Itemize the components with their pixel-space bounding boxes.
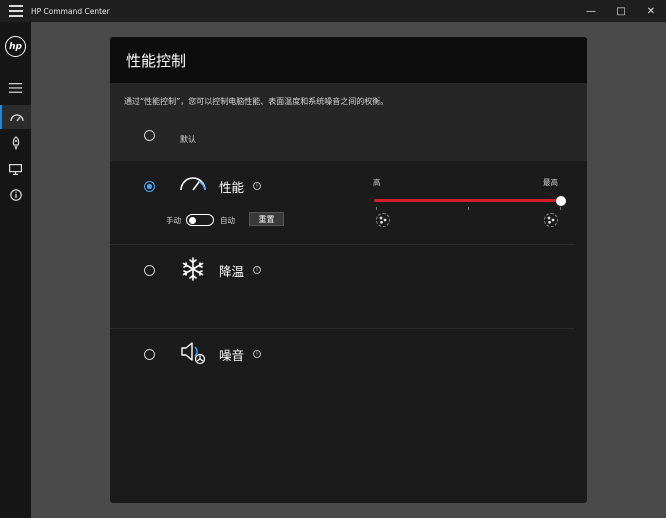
window-controls: — □ ✕ — [576, 0, 666, 22]
manual-label: 手动 — [166, 216, 181, 225]
maximize-button[interactable]: □ — [606, 0, 636, 22]
cool-option: 降温 i — [110, 245, 587, 329]
performance-option: 性能 i 手动 自动 重置 高 最高 — [110, 161, 587, 245]
slider-low-label: 高 — [373, 178, 381, 187]
close-button[interactable]: ✕ — [636, 0, 666, 22]
menu-icon[interactable] — [0, 76, 31, 100]
speaker-fan-icon — [181, 342, 206, 365]
cool-label: 降温 — [219, 264, 245, 279]
quiet-radio[interactable] — [144, 349, 155, 360]
performance-slider-track[interactable] — [374, 199, 562, 202]
info-icon[interactable] — [0, 183, 31, 207]
slider-high-label: 最高 — [543, 178, 558, 187]
panel-description: 通过“性能控制”，您可以控制电脑性能、表面温度和系统噪音之间的权衡。 — [124, 97, 389, 106]
window-title: HP Command Center — [31, 6, 110, 16]
sidebar: hp — [0, 22, 31, 518]
slider-tick — [468, 207, 469, 210]
quiet-option: 噪音 i — [110, 329, 587, 413]
quiet-info-icon[interactable]: i — [253, 350, 261, 358]
performance-radio[interactable] — [144, 181, 155, 192]
slider-tick — [560, 207, 561, 210]
default-label: 默认 — [180, 135, 196, 144]
minimize-button[interactable]: — — [576, 0, 606, 22]
speedometer-icon — [180, 177, 206, 191]
performance-label: 性能 — [219, 180, 245, 195]
cool-info-icon[interactable]: i — [253, 266, 261, 274]
auto-label: 自动 — [220, 216, 235, 225]
default-radio[interactable] — [144, 130, 155, 141]
cool-radio[interactable] — [144, 265, 155, 276]
performance-control-panel: 性能控制 通过“性能控制”，您可以控制电脑性能、表面温度和系统噪音之间的权衡。 … — [110, 37, 587, 503]
panel-header: 性能控制 — [110, 37, 587, 83]
app-menu-icon[interactable] — [9, 5, 23, 17]
hp-logo: hp — [5, 36, 26, 57]
gauge-icon[interactable] — [0, 105, 31, 129]
quiet-label: 噪音 — [219, 348, 245, 363]
performance-info-icon[interactable]: i — [253, 182, 261, 190]
monitor-icon[interactable] — [0, 157, 31, 181]
page-title: 性能控制 — [126, 51, 187, 70]
reset-button[interactable]: 重置 — [249, 212, 284, 226]
description-band: 通过“性能控制”，您可以控制电脑性能、表面温度和系统噪音之间的权衡。 默认 — [110, 83, 587, 161]
title-bar: HP Command Center — □ ✕ — [0, 0, 666, 22]
rocket-icon[interactable] — [0, 131, 31, 155]
fan-high-icon — [544, 213, 558, 227]
performance-slider-thumb[interactable] — [556, 195, 566, 206]
fan-low-icon — [376, 213, 390, 227]
snowflake-icon — [182, 257, 204, 281]
manual-auto-toggle[interactable] — [186, 214, 214, 226]
slider-tick — [376, 207, 377, 210]
